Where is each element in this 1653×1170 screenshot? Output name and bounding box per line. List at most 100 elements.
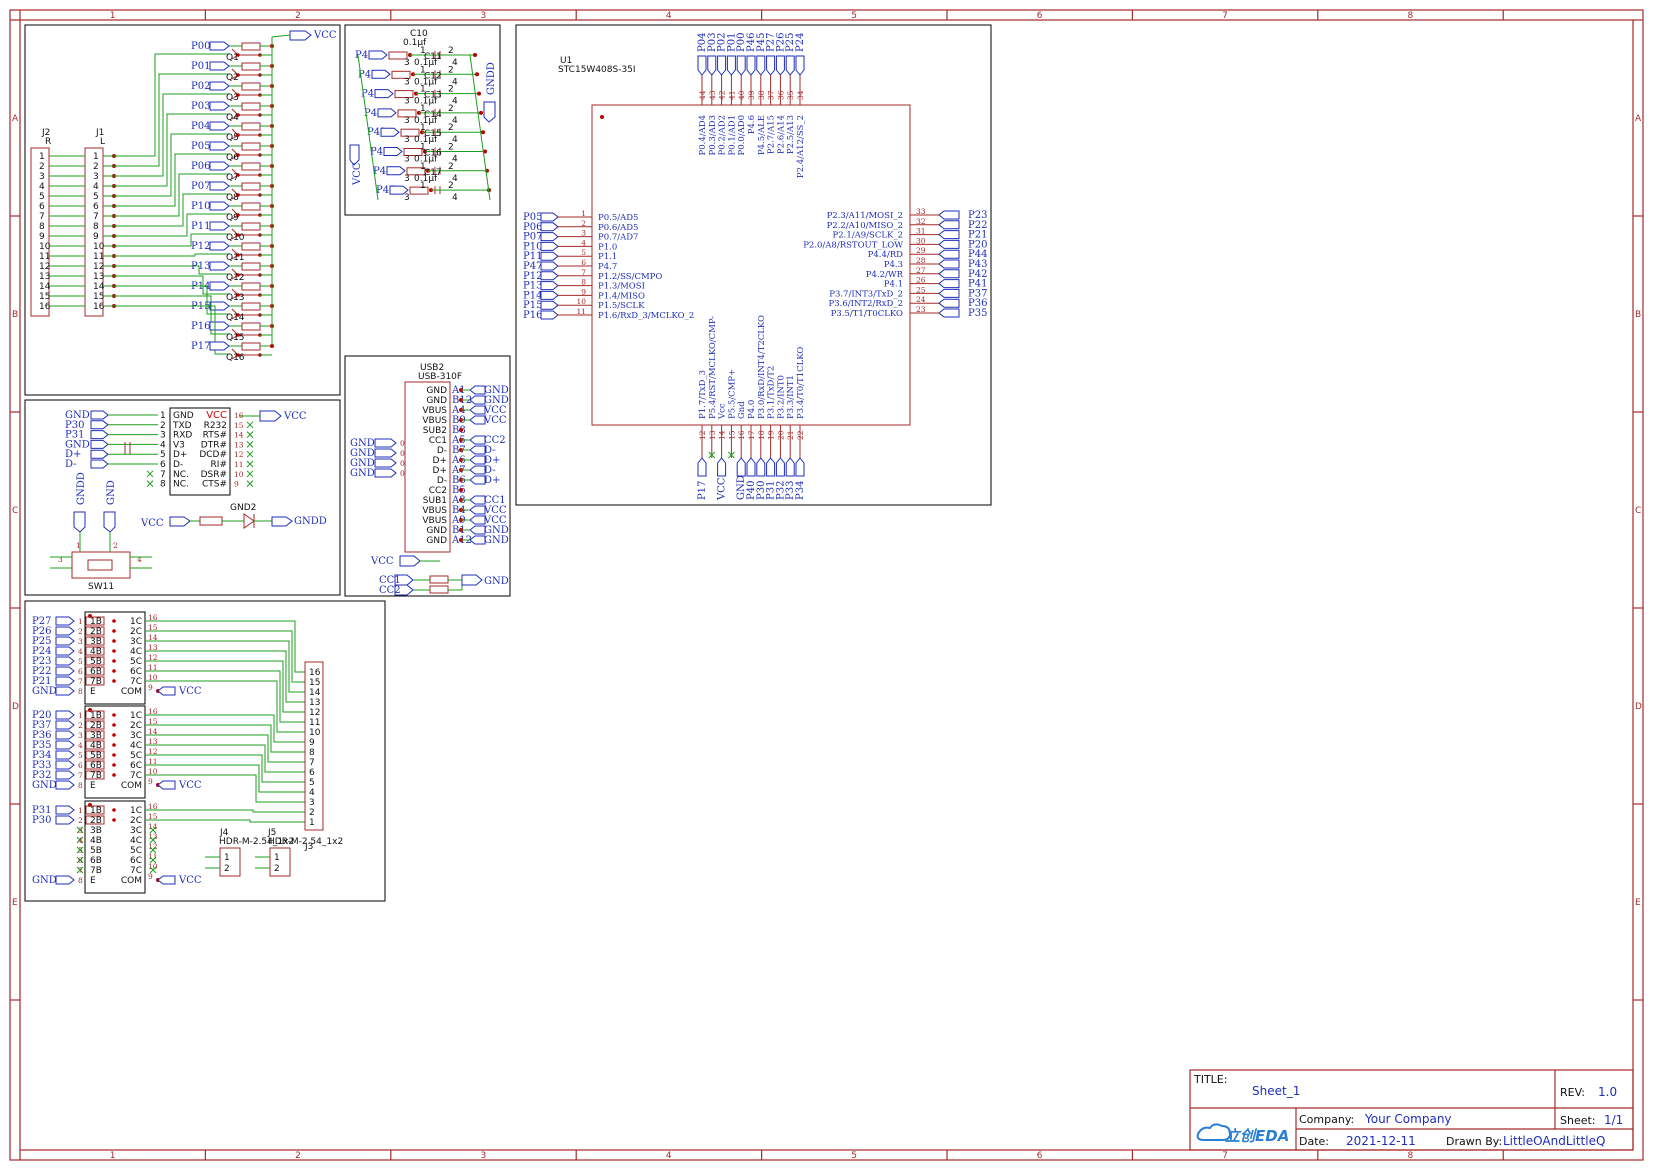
dip-in-num: 3	[78, 637, 83, 646]
dip-in-pin: 5B	[90, 657, 102, 667]
grid-col-label: 8	[1408, 11, 1414, 21]
led-resistor	[241, 42, 261, 51]
uart-block: 1 GND VCC 162 TXD R232 153 RXD RTS# 144 V3 DTR# 135 D…	[24, 399, 341, 596]
dip-in-num: 3	[78, 731, 83, 740]
title-block: TITLE: Sheet_1 REV: 1.0 Company: Your Co…	[1189, 1069, 1634, 1151]
dip-out-pin: 7C	[130, 677, 142, 687]
transistor-ref: Q15	[226, 333, 245, 343]
usb-r-cc1	[429, 575, 449, 584]
j2-pin-num: 2	[39, 162, 45, 172]
mcu-bottom-num: 15	[727, 430, 736, 440]
mcu-left-flag	[540, 212, 559, 222]
j1-pin-num: 10	[93, 242, 105, 252]
cap-value: 0.1μf	[414, 58, 438, 68]
usb-vcc-label: VCC	[370, 556, 394, 567]
led-route	[114, 253, 230, 257]
led-net-label: P12	[191, 241, 210, 252]
mcu-bottom-flag	[746, 457, 756, 477]
j5-part: HDR-M-2.54_1x2	[268, 837, 343, 847]
j1-pin-num: 13	[93, 272, 104, 282]
dip-in-pin: 2B	[90, 627, 102, 637]
usb-net-flag	[469, 465, 486, 475]
dip-in-pin: 2B	[90, 721, 102, 731]
dip-out-pin: 6C	[130, 761, 142, 771]
junction	[112, 639, 116, 643]
led-resistor	[241, 322, 261, 331]
mcu-top-flag	[785, 55, 795, 76]
junction	[112, 763, 116, 767]
j2-pin-num: 9	[39, 232, 45, 242]
mcu-bottom-pin: P1.7/TxD_3	[698, 370, 708, 419]
usb-left-zero: 0	[400, 469, 405, 478]
j2-pin-num: 4	[39, 182, 45, 192]
grid-col-label: 2	[295, 11, 301, 21]
cap-value: 0.1μf	[414, 135, 438, 145]
transistor-ref: Q9	[226, 213, 239, 223]
usb-net-label: D+	[484, 475, 500, 486]
mcu-right-flag	[938, 259, 960, 269]
led-resistor	[241, 122, 261, 131]
usb-pin-name: SUB2	[423, 426, 447, 436]
dip-in-num: 7	[78, 677, 83, 686]
usb-net-flag	[469, 515, 486, 525]
mcu-bottom-pin: P3.2/INT0	[776, 375, 786, 419]
usb-vcc-flag	[399, 555, 421, 567]
led-net-label: P06	[191, 161, 210, 172]
usb-pin-name: D+	[433, 456, 447, 466]
dip-net-flag	[55, 760, 75, 770]
grid-col-label: 6	[1037, 1151, 1043, 1161]
grid-row-label: B	[1635, 310, 1641, 320]
junction	[112, 733, 116, 737]
junction	[112, 619, 116, 623]
sheet-value: 1/1	[1604, 1113, 1623, 1127]
dip-out-pin: 6C	[130, 856, 142, 866]
usb-pin-name: CC2	[429, 486, 447, 496]
mcu-right-num: 26	[916, 276, 926, 285]
usb-pin-name: VBUS	[422, 506, 447, 516]
mcu-pin1-marker	[600, 115, 604, 119]
dip-net-flag	[55, 740, 75, 750]
uart-pin-num-right: 13	[234, 440, 244, 449]
mcu-top-num: 36	[776, 90, 785, 100]
led-net-label: P01	[191, 61, 210, 72]
mcu-bottom-num: 20	[776, 430, 785, 440]
uart-pin-left: TXD	[172, 421, 192, 431]
junction	[112, 659, 116, 663]
j3-pin-num: 5	[309, 778, 315, 788]
usb-gnd-label: GND	[484, 576, 509, 587]
usb-pin-name: GND	[426, 536, 447, 546]
mcu-top-num: 41	[727, 90, 736, 100]
dip-out-pin: COM	[121, 781, 142, 791]
dip-in-pin: 1B	[90, 806, 102, 816]
mcu-bottom-num: 13	[708, 430, 717, 440]
led-net-label: P13	[191, 261, 210, 272]
led-resistor	[241, 242, 261, 251]
usb-left-flag	[374, 438, 397, 448]
led-resistor	[241, 182, 261, 191]
cap-pin-2: 2	[448, 181, 454, 191]
mcu-left-pin: P1.6/RxD_3/MCLKO_2	[598, 311, 694, 321]
mcu-bottom-num: 16	[737, 430, 746, 440]
mcu-right-num: 30	[916, 236, 926, 245]
j2-pin-num: 6	[39, 202, 45, 212]
dip-in-pin: 6B	[90, 856, 102, 866]
uart-pin-num: 5	[160, 450, 166, 460]
usb-pin-name: VBUS	[422, 406, 447, 416]
dip-vcc-flag	[157, 875, 176, 885]
cap-net-flag	[380, 127, 400, 137]
usb-pin-name: D-	[437, 446, 447, 456]
dip-in-num: 6	[78, 761, 83, 770]
led-net-label: P03	[191, 101, 210, 112]
transistor-ref: Q6	[226, 153, 239, 163]
mcu-right-flag	[938, 220, 960, 230]
dip-in-num: 3	[78, 826, 83, 835]
net-flag-p06	[209, 161, 230, 171]
led-resistor	[241, 282, 261, 291]
led-net-label: P11	[191, 221, 210, 232]
grid-col-label: 1	[110, 1151, 116, 1161]
mcu-right-pin: P2.1/A9/SCLK_2	[833, 231, 904, 241]
j3-pin-num: 2	[309, 808, 315, 818]
dip-vcc-label: VCC	[178, 780, 202, 791]
led-net-label: P04	[191, 121, 210, 132]
cap-pin-3: 3	[404, 77, 410, 87]
